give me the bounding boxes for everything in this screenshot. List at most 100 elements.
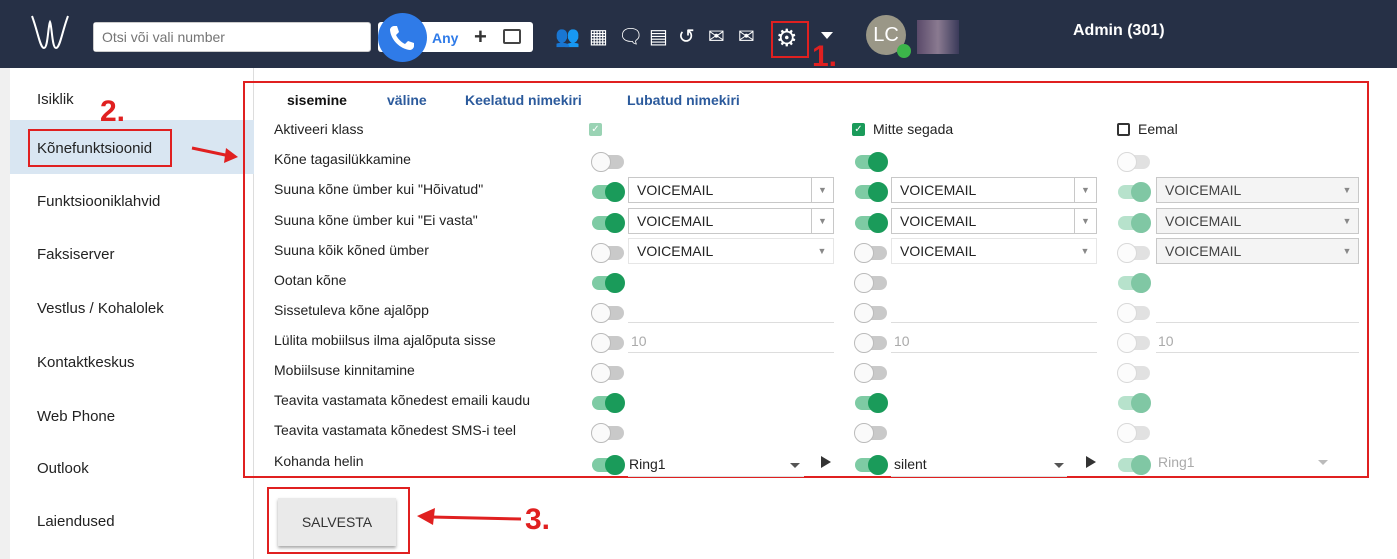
select-fwd-noanswer-col1[interactable]: VOICEMAIL ▼ (628, 208, 834, 234)
settings-gear-icon[interactable]: ⚙ (776, 24, 798, 53)
select-fwd-busy-col3[interactable]: VOICEMAIL ▼ (1156, 177, 1359, 203)
toggle-ringtone-col3[interactable] (1118, 455, 1151, 475)
chat-icon[interactable]: 🗨 (618, 24, 643, 49)
select-value: VOICEMAIL (637, 182, 714, 198)
row-label: Sissetuleva kõne ajalõpp (274, 302, 429, 318)
toggle-sms-notify-col2[interactable] (854, 423, 887, 443)
toggle-fwd-all-col1[interactable] (591, 243, 624, 263)
toggle-mobility-confirm-col3[interactable] (1117, 363, 1150, 383)
chevron-down-icon[interactable] (821, 32, 833, 39)
toggle-fwd-busy-col1[interactable] (592, 182, 625, 202)
sidebar-item-laiendused[interactable]: Laiendused (37, 513, 115, 530)
select-fwd-noanswer-col2[interactable]: VOICEMAIL ▼ (891, 208, 1097, 234)
toggle-call-reject-col2[interactable] (855, 152, 888, 172)
select-value: VOICEMAIL (637, 243, 714, 259)
sidebar-item-isiklik[interactable]: Isiklik (37, 91, 74, 108)
toggle-email-notify-col1[interactable] (592, 393, 625, 413)
tab-sisemine[interactable]: sisemine (287, 92, 347, 108)
search-input[interactable] (94, 23, 324, 51)
toggle-mobility-col3[interactable] (1117, 333, 1150, 353)
settings-panel (243, 81, 1369, 478)
toggle-call-waiting-col2[interactable] (854, 273, 887, 293)
search-box[interactable]: 🎙 (93, 22, 458, 52)
activate-class-checkbox-col2[interactable]: ✓ (852, 123, 865, 136)
mail-icon[interactable]: ✉ (738, 24, 755, 49)
toggle-ringtone-col2[interactable] (855, 455, 888, 475)
mobility-value-col2[interactable]: 10 (894, 333, 910, 349)
ringtone-select-col1[interactable]: Ring1 (629, 456, 666, 472)
timeout-field-col1[interactable] (628, 322, 834, 323)
toggle-ringtone-col1[interactable] (592, 455, 625, 475)
toggle-mobility-confirm-col2[interactable] (854, 363, 887, 383)
timeout-field-col3[interactable] (1156, 322, 1359, 323)
toggle-mobility-confirm-col1[interactable] (591, 363, 624, 383)
tab-lubatud-nimekiri[interactable]: Lubatud nimekiri (627, 92, 740, 108)
activate-class-checkbox-col1[interactable]: ✓ (589, 123, 602, 136)
chevron-down-icon[interactable] (1318, 460, 1328, 465)
ringtone-select-col3[interactable]: Ring1 (1158, 454, 1195, 470)
phone-call-button[interactable] (378, 13, 427, 62)
users-icon[interactable]: 👥 (555, 24, 580, 49)
toggle-fwd-noanswer-col2[interactable] (855, 213, 888, 233)
chevron-down-icon[interactable] (790, 463, 800, 468)
select-fwd-noanswer-col3[interactable]: VOICEMAIL ▼ (1156, 208, 1359, 234)
toggle-email-notify-col2[interactable] (855, 393, 888, 413)
toggle-call-reject-col1[interactable] (591, 152, 624, 172)
select-fwd-busy-col2[interactable]: VOICEMAIL ▼ (891, 177, 1097, 203)
select-fwd-all-col2[interactable]: VOICEMAIL ▼ (891, 238, 1097, 264)
toggle-mobility-col2[interactable] (854, 333, 887, 353)
ringtone-underline-col1 (628, 476, 804, 477)
toggle-email-notify-col3[interactable] (1118, 393, 1151, 413)
sidebar-item-funktsiooniklahvid[interactable]: Funktsiooniklahvid (37, 193, 160, 210)
toggle-fwd-busy-col3[interactable] (1118, 182, 1151, 202)
toggle-timeout-col2[interactable] (854, 303, 887, 323)
toggle-sms-notify-col3[interactable] (1117, 423, 1150, 443)
toggle-timeout-col3[interactable] (1117, 303, 1150, 323)
add-icon[interactable]: + (474, 24, 487, 50)
fax-icon[interactable]: ▤ (649, 24, 668, 49)
grid-icon[interactable]: ▦ (589, 24, 608, 49)
toggle-fwd-noanswer-col3[interactable] (1118, 213, 1151, 233)
activate-class-checkbox-col3[interactable] (1117, 123, 1130, 136)
chevron-down-icon[interactable] (1054, 463, 1064, 468)
save-button[interactable]: SALVESTA (278, 498, 396, 546)
toggle-timeout-col1[interactable] (591, 303, 624, 323)
play-icon[interactable] (1086, 456, 1096, 468)
tab-valine[interactable]: väline (387, 92, 427, 108)
sidebar-item-kontaktkeskus[interactable]: Kontaktkeskus (37, 354, 135, 371)
toggle-mobility-col1[interactable] (591, 333, 624, 353)
ringtone-select-col2[interactable]: silent (894, 456, 927, 472)
select-fwd-busy-col1[interactable]: VOICEMAIL ▼ (628, 177, 834, 203)
sidebar-edge (0, 68, 10, 559)
select-fwd-all-col1[interactable]: VOICEMAIL ▼ (628, 238, 834, 264)
toggle-sms-notify-col1[interactable] (591, 423, 624, 443)
toggle-call-reject-col3[interactable] (1117, 152, 1150, 172)
user-name[interactable]: Admin (301) (1073, 22, 1165, 40)
dial-mode-label[interactable]: Any (432, 30, 458, 46)
tab-keelatud-nimekiri[interactable]: Keelatud nimekiri (465, 92, 582, 108)
sidebar-item-web-phone[interactable]: Web Phone (37, 408, 115, 425)
toggle-fwd-all-col3[interactable] (1117, 243, 1150, 263)
timeout-field-col2[interactable] (891, 322, 1097, 323)
voicemail-icon[interactable]: ✉ (708, 24, 725, 49)
toggle-fwd-all-col2[interactable] (854, 243, 887, 263)
toggle-call-waiting-col1[interactable] (592, 273, 625, 293)
sidebar-item-faksiserver[interactable]: Faksiserver (37, 246, 115, 263)
toggle-fwd-busy-col2[interactable] (855, 182, 888, 202)
app-logo[interactable] (30, 12, 70, 52)
select-fwd-all-col3[interactable]: VOICEMAIL ▼ (1156, 238, 1359, 264)
mobility-value-col3[interactable]: 10 (1158, 333, 1174, 349)
mobility-value-col1[interactable]: 10 (631, 333, 647, 349)
toggle-call-waiting-col3[interactable] (1118, 273, 1151, 293)
row-label: Teavita vastamata kõnedest emaili kaudu (274, 392, 531, 408)
sidebar-item-konefunktsioonid[interactable]: Kõnefunktsioonid (37, 140, 152, 157)
select-value: VOICEMAIL (637, 213, 714, 229)
sidebar-item-vestlus[interactable]: Vestlus / Kohalolek (37, 300, 164, 317)
play-icon[interactable] (821, 456, 831, 468)
history-icon[interactable]: ↺ (678, 24, 695, 49)
annotation-step-2: 2. (100, 95, 126, 128)
contact-card-icon[interactable] (503, 29, 521, 44)
sidebar-item-outlook[interactable]: Outlook (37, 460, 89, 477)
toggle-fwd-noanswer-col1[interactable] (592, 213, 625, 233)
chevron-down-icon: ▼ (1342, 246, 1352, 256)
